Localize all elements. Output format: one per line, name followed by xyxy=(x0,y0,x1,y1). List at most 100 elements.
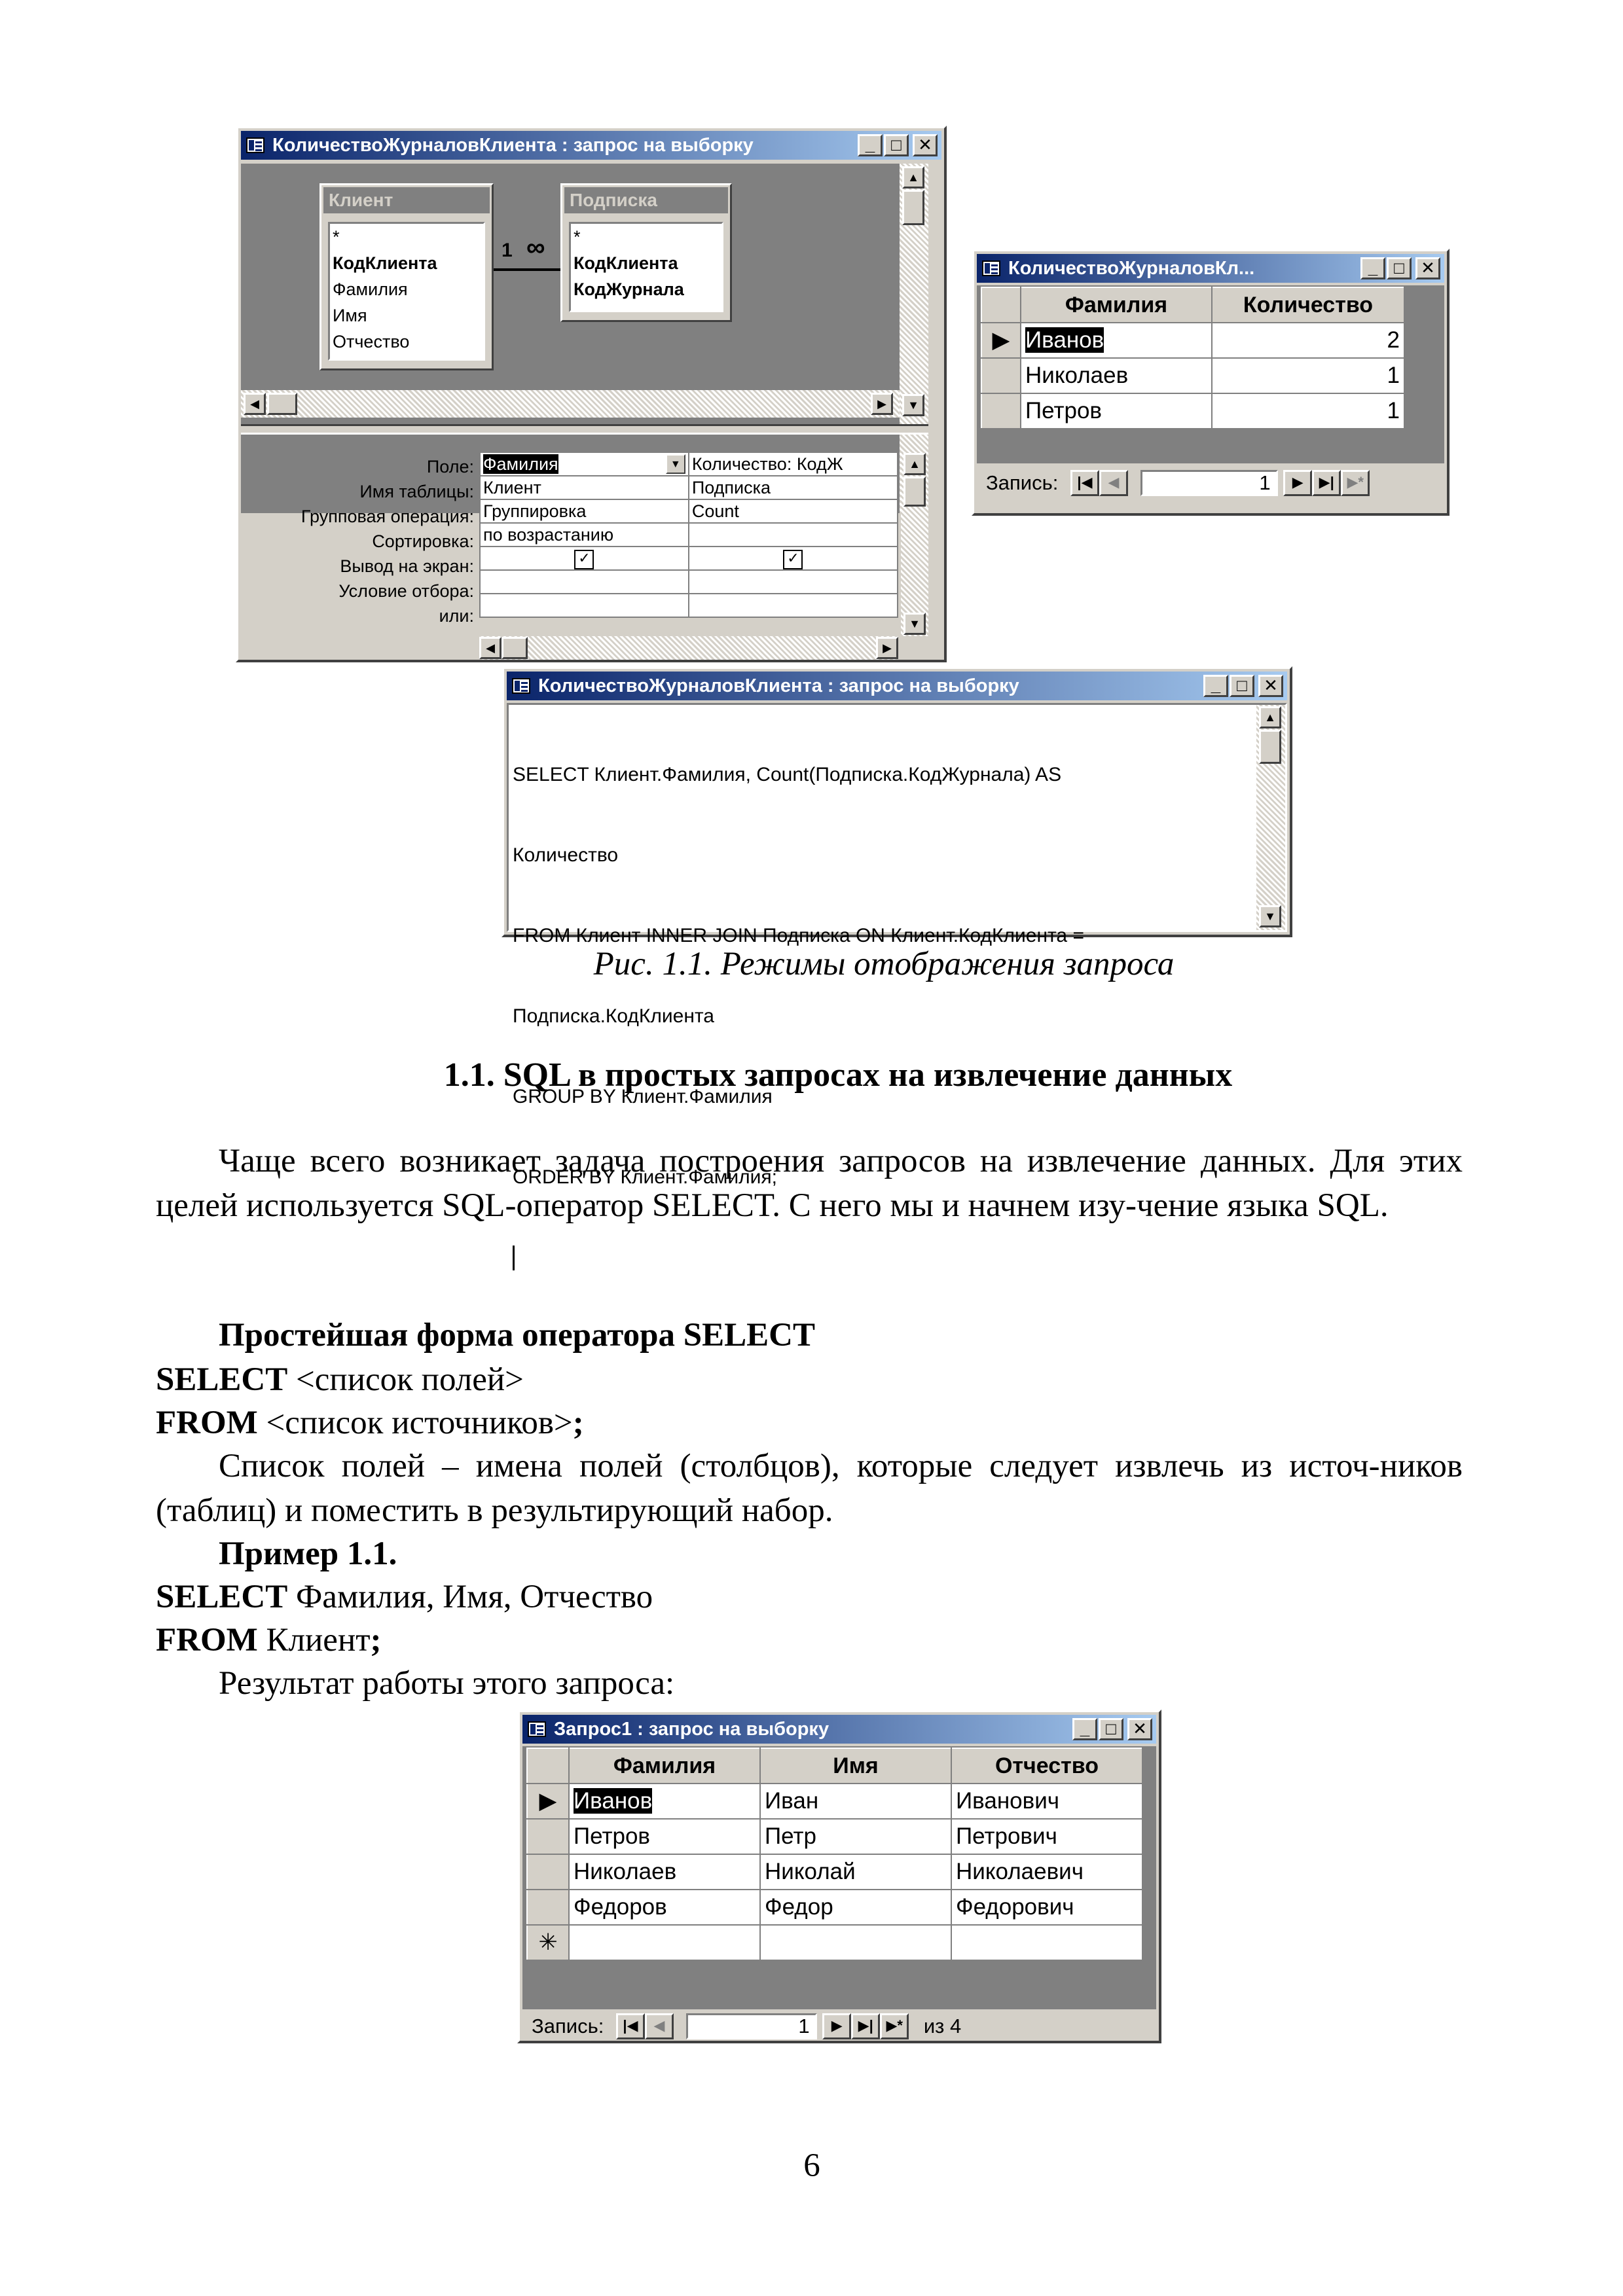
scroll-up-button[interactable]: ▲ xyxy=(1259,706,1281,728)
next-record-button[interactable]: ▶ xyxy=(1283,470,1313,496)
cell-surname[interactable]: Николаев xyxy=(568,1854,761,1890)
first-record-button[interactable]: |◀ xyxy=(615,2013,645,2039)
minimize-button[interactable]: _ xyxy=(1072,1718,1097,1740)
close-button[interactable]: ✕ xyxy=(1415,257,1440,279)
cell-surname[interactable]: Федоров xyxy=(568,1889,761,1926)
cell-count[interactable]: 1 xyxy=(1211,393,1405,429)
scroll-up-button[interactable]: ▲ xyxy=(903,453,926,475)
column-header-patronymic[interactable]: Отчество xyxy=(951,1748,1143,1784)
scroll-right-button[interactable]: ▶ xyxy=(876,637,898,659)
dropdown-arrow-icon[interactable]: ▼ xyxy=(665,454,685,474)
record-selector[interactable]: ✳ xyxy=(526,1924,570,1961)
client-field-list[interactable]: Клиент * КодКлиента Фамилия Имя Отчество xyxy=(319,183,494,370)
next-record-button[interactable]: ▶ xyxy=(822,2013,852,2039)
scroll-thumb[interactable] xyxy=(902,190,924,225)
scroll-down-button[interactable]: ▼ xyxy=(902,394,924,416)
cell-patronymic[interactable]: Петрович xyxy=(951,1818,1143,1855)
scroll-right-button[interactable]: ▶ xyxy=(871,393,893,415)
scroll-left-button[interactable]: ◀ xyxy=(479,637,501,659)
prev-record-button[interactable]: ◀ xyxy=(644,2013,674,2039)
scroll-left-button[interactable]: ◀ xyxy=(244,393,266,415)
cell-count[interactable]: 2 xyxy=(1211,322,1405,359)
table-row[interactable]: Федоров Федор Федорович xyxy=(526,1889,1143,1926)
sql-editor[interactable]: SELECT Клиент.Фамилия, Count(Подписка.Ко… xyxy=(507,703,1287,1270)
field-item[interactable]: * xyxy=(571,224,721,250)
sql-window-titlebar[interactable]: КоличествоЖурналовКлиента : запрос на вы… xyxy=(507,672,1287,700)
grid-cell-sort-1[interactable]: по возрастанию xyxy=(479,522,689,547)
last-record-button[interactable]: ▶| xyxy=(1312,470,1341,496)
field-item[interactable]: Отчество xyxy=(330,329,483,355)
cell-name[interactable]: Иван xyxy=(759,1783,952,1820)
record-selector[interactable] xyxy=(981,393,1021,429)
select-all-corner[interactable] xyxy=(981,287,1021,323)
record-selector[interactable] xyxy=(526,1854,570,1890)
subscription-field-list[interactable]: Подписка * КодКлиента КодЖурнала xyxy=(560,183,732,322)
grid-cell-field-2[interactable]: Количество: КодЖ xyxy=(687,452,899,476)
new-record-button[interactable]: ▶* xyxy=(1341,470,1370,496)
grid-cell-show-1[interactable]: ✓ xyxy=(479,546,689,571)
query-design-titlebar[interactable]: КоличествоЖурналовКлиента : запрос на вы… xyxy=(241,131,941,160)
cell-surname[interactable] xyxy=(568,1924,761,1961)
grid-cell-or-1[interactable] xyxy=(479,593,689,618)
maximize-button[interactable]: □ xyxy=(1099,1718,1123,1740)
record-selector[interactable] xyxy=(981,357,1021,394)
table-row[interactable]: Петров Петр Петрович xyxy=(526,1818,1143,1855)
last-record-button[interactable]: ▶| xyxy=(851,2013,881,2039)
prev-record-button[interactable]: ◀ xyxy=(1099,470,1128,496)
table-row[interactable]: ▶ Иванов Иван Иванович xyxy=(526,1783,1143,1820)
checkbox-checked-icon[interactable]: ✓ xyxy=(574,550,594,569)
new-record-button[interactable]: ▶* xyxy=(880,2013,909,2039)
cell-surname[interactable]: Петров xyxy=(568,1818,761,1855)
field-item[interactable]: КодЖурнала xyxy=(571,276,721,302)
cell-patronymic[interactable]: Иванович xyxy=(951,1783,1143,1820)
field-item[interactable]: * xyxy=(330,224,483,250)
scroll-thumb[interactable] xyxy=(267,393,297,415)
grid-cell-field-1[interactable]: Фамилия ▼ xyxy=(479,452,689,476)
cell-surname[interactable]: Петров xyxy=(1020,393,1213,429)
close-button[interactable]: ✕ xyxy=(913,134,938,156)
column-header-surname[interactable]: Фамилия xyxy=(568,1748,761,1784)
new-record-row[interactable]: ✳ xyxy=(526,1924,1143,1961)
checkbox-checked-icon[interactable]: ✓ xyxy=(783,550,803,569)
first-record-button[interactable]: |◀ xyxy=(1070,470,1099,496)
close-button[interactable]: ✕ xyxy=(1258,675,1283,697)
maximize-button[interactable]: □ xyxy=(1230,675,1254,697)
scroll-down-button[interactable]: ▼ xyxy=(1259,905,1281,927)
minimize-button[interactable]: _ xyxy=(1360,257,1385,279)
cell-name[interactable]: Федор xyxy=(759,1889,952,1926)
cell-patronymic[interactable] xyxy=(951,1924,1143,1961)
minimize-button[interactable]: _ xyxy=(1203,675,1228,697)
grid-cell-table-1[interactable]: Клиент xyxy=(479,475,689,500)
scroll-thumb[interactable] xyxy=(903,476,926,507)
column-header-name[interactable]: Имя xyxy=(759,1748,952,1784)
table-row[interactable]: ▶ Иванов 2 xyxy=(981,322,1405,359)
grid-hscroll[interactable]: ◀ ▶ xyxy=(479,636,898,660)
column-header-count[interactable]: Количество xyxy=(1211,287,1405,323)
table-row[interactable]: Петров 1 xyxy=(981,393,1405,429)
cell-count[interactable]: 1 xyxy=(1211,357,1405,394)
cell-patronymic[interactable]: Николаевич xyxy=(951,1854,1143,1890)
grid-vscroll[interactable]: ▲ ▼ xyxy=(901,452,928,636)
column-header-surname[interactable]: Фамилия xyxy=(1020,287,1213,323)
grid-cell-group-1[interactable]: Группировка xyxy=(479,499,689,524)
grid-cell-table-2[interactable]: Подписка xyxy=(687,475,899,500)
maximize-button[interactable]: □ xyxy=(884,134,909,156)
scroll-up-button[interactable]: ▲ xyxy=(902,166,924,188)
record-selector[interactable]: ▶ xyxy=(981,322,1021,359)
close-button[interactable]: ✕ xyxy=(1127,1718,1152,1740)
record-selector[interactable]: ▶ xyxy=(526,1783,570,1820)
table-row[interactable]: Николаев 1 xyxy=(981,357,1405,394)
grid-cell-criteria-1[interactable] xyxy=(479,569,689,594)
grid-cell-group-2[interactable]: Count xyxy=(687,499,899,524)
record-selector[interactable] xyxy=(526,1889,570,1926)
grid-cell-criteria-2[interactable] xyxy=(687,569,899,594)
record-number-input[interactable]: 1 xyxy=(685,2013,817,2039)
minimize-button[interactable]: _ xyxy=(858,134,883,156)
cell-patronymic[interactable]: Федорович xyxy=(951,1889,1143,1926)
cell-surname[interactable]: Иванов xyxy=(1020,322,1213,359)
select-all-corner[interactable] xyxy=(526,1748,570,1784)
cell-name[interactable]: Петр xyxy=(759,1818,952,1855)
scroll-thumb[interactable] xyxy=(501,637,528,659)
pane-splitter[interactable] xyxy=(241,424,928,435)
table-row[interactable]: Николаев Николай Николаевич xyxy=(526,1854,1143,1890)
